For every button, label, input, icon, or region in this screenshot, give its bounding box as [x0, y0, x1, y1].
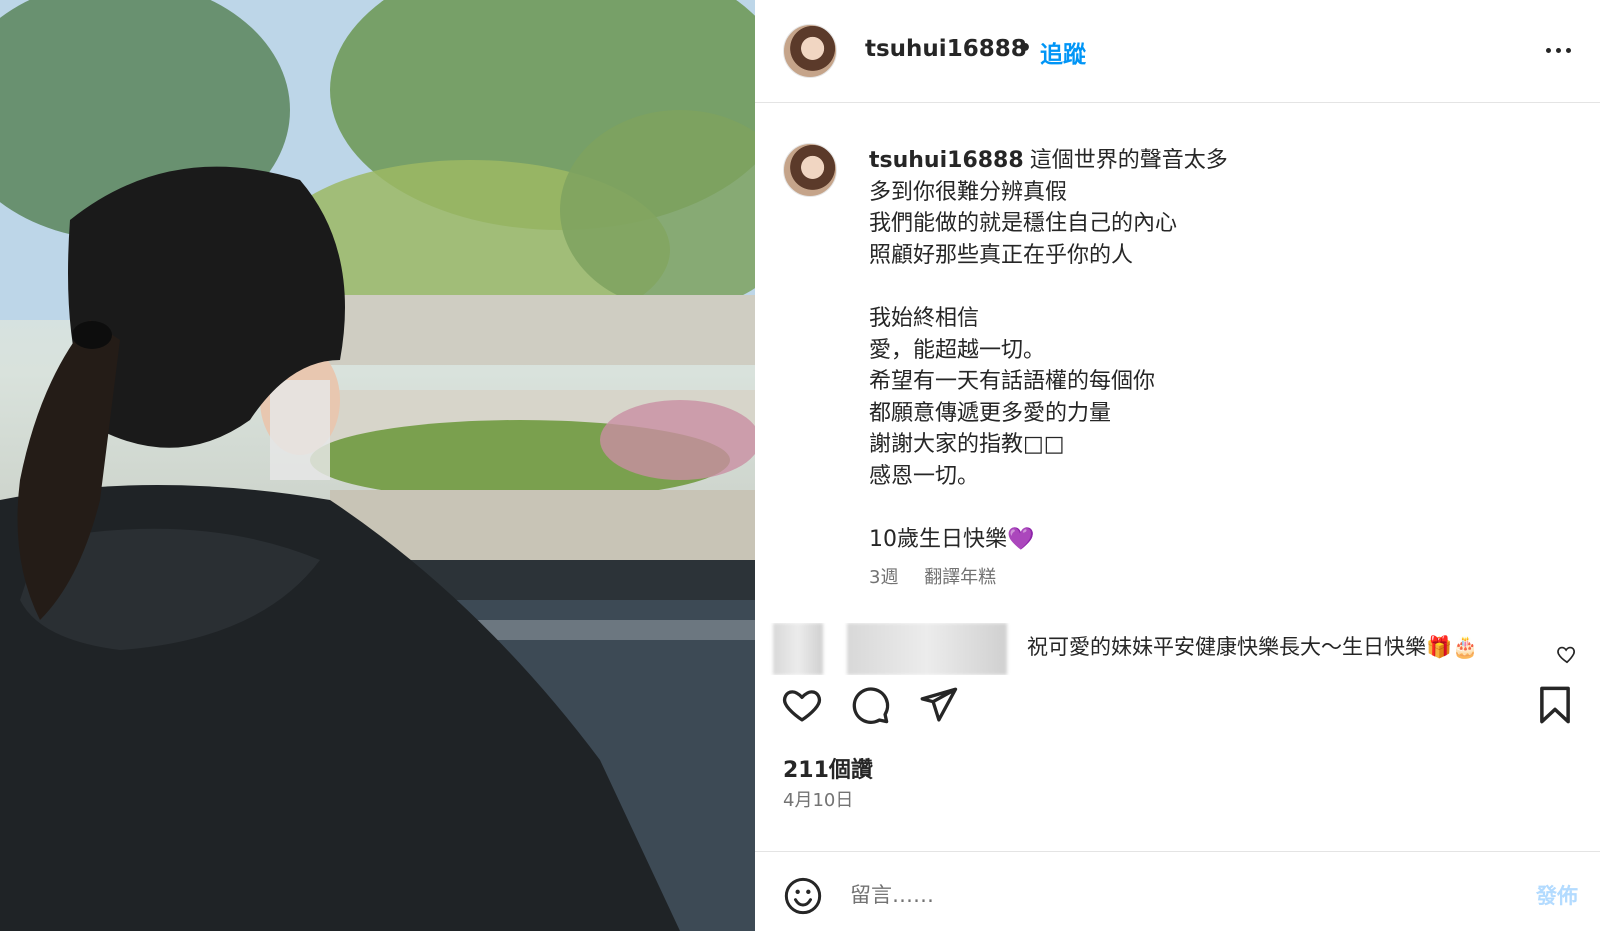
post-panel: tsuhui16888 • 追蹤 tsuhui16888 這個世界的聲音太多 多到… — [755, 0, 1600, 931]
emoji-smiley-icon[interactable] — [783, 876, 823, 916]
post-comment-button[interactable]: 發佈 — [1536, 880, 1578, 910]
caption-author-avatar[interactable] — [783, 143, 837, 197]
action-bar — [755, 678, 1600, 748]
separator-dot: • — [1018, 36, 1033, 61]
like-heart-icon[interactable] — [781, 684, 823, 726]
blurred-commenter-avatar — [773, 623, 823, 675]
share-paper-plane-icon[interactable] — [917, 684, 959, 726]
comment-heart-icon[interactable] — [1556, 643, 1578, 665]
post-header: tsuhui16888 • 追蹤 — [755, 0, 1600, 103]
post-date[interactable]: 4月10日 — [783, 786, 853, 812]
caption-meta: 3週 翻譯年糕 — [869, 563, 1016, 589]
post-time-ago[interactable]: 3週 — [869, 567, 898, 588]
photo-illustration — [0, 0, 755, 931]
caption-username[interactable]: tsuhui16888 — [869, 148, 1024, 173]
comment-text: 祝可愛的妹妹平安健康快樂長大～生日快樂🎁🎂 — [1027, 635, 1479, 659]
more-options-icon[interactable] — [1538, 30, 1578, 70]
translate-link[interactable]: 翻譯年糕 — [924, 567, 996, 588]
save-bookmark-icon[interactable] — [1534, 684, 1576, 726]
caption-text: 這個世界的聲音太多 多到你很難分辨真假 我們能做的就是穩住自己的內心 照顧好那些… — [869, 148, 1228, 553]
post-caption: tsuhui16888 這個世界的聲音太多 多到你很難分辨真假 我們能做的就是穩住… — [869, 145, 1569, 556]
likes-count[interactable]: 211個讚 — [783, 752, 873, 784]
author-avatar[interactable] — [783, 24, 837, 78]
comment-bubble-icon[interactable] — [849, 684, 891, 726]
add-comment-bar: 發佈 — [755, 851, 1600, 931]
comment-input[interactable] — [850, 878, 1470, 912]
blurred-commenter-name — [847, 623, 1007, 675]
post-photo — [0, 0, 755, 931]
author-username[interactable]: tsuhui16888 — [865, 36, 1027, 62]
caption-section: tsuhui16888 這個世界的聲音太多 多到你很難分辨真假 我們能做的就是穩住… — [755, 103, 1600, 623]
follow-button[interactable]: 追蹤 — [1040, 35, 1086, 69]
comment-item: 祝可愛的妹妹平安健康快樂長大～生日快樂🎁🎂 — [755, 623, 1600, 675]
